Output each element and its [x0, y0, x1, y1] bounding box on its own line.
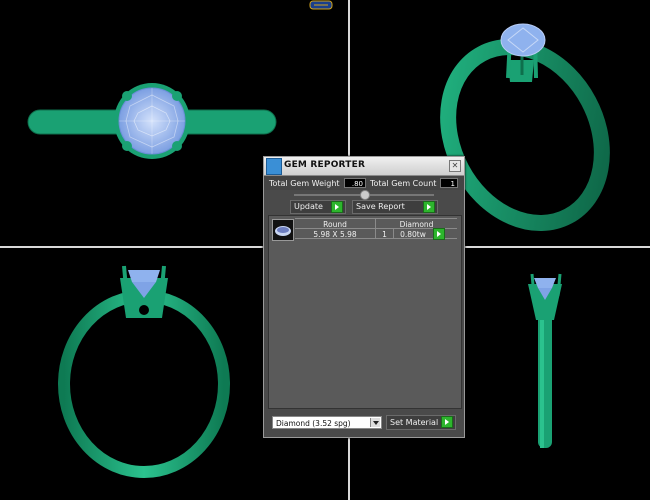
gem-weight-cell: 0.80tw: [400, 230, 426, 239]
material-row: Diamond (3.52 spg) Set Material: [268, 415, 460, 431]
gem-row-select-button[interactable]: [433, 228, 445, 240]
material-select-value: Diamond (3.52 spg): [276, 419, 351, 428]
update-button[interactable]: Update: [290, 200, 346, 214]
save-report-button-label: Save Report: [356, 202, 405, 211]
gem-reporter-title: GEM REPORTER: [284, 160, 366, 170]
close-icon[interactable]: ✕: [449, 160, 461, 172]
set-material-go-icon: [441, 416, 453, 428]
totals-row: Total Gem Weight .80 Total Gem Count 1: [264, 176, 464, 190]
gem-size-cell: 5.98 X 5.98: [313, 230, 357, 239]
save-report-button[interactable]: Save Report: [352, 200, 438, 214]
gem-reporter-title-bar[interactable]: GEM REPORTER ✕: [264, 157, 464, 176]
total-gem-weight-value: .80: [344, 178, 366, 188]
update-button-label: Update: [294, 202, 323, 211]
gem-thumbnail-icon: [272, 219, 294, 241]
set-material-button-label: Set Material: [390, 418, 439, 427]
panel-splitter-handle[interactable]: [360, 190, 370, 200]
update-go-icon: [331, 201, 343, 213]
gem-reporter-panel: GEM REPORTER ✕ Total Gem Weight .80 Tota…: [263, 156, 465, 438]
gem-reporter-app-icon: [266, 158, 282, 175]
set-material-button[interactable]: Set Material: [386, 415, 456, 430]
total-gem-count-label: Total Gem Count: [370, 179, 437, 188]
viewport-center-badge-icon[interactable]: [309, 0, 333, 10]
chevron-down-icon[interactable]: [370, 418, 380, 427]
gem-list[interactable]: Round Diamond 5.98 X 5.98 1 0.80tw: [268, 215, 462, 409]
save-report-go-icon: [423, 201, 435, 213]
gem-count-cell: 1: [382, 230, 387, 239]
gem-row-top-rule: [295, 218, 457, 219]
gem-shape-cell: Round: [323, 220, 347, 229]
gem-row[interactable]: Round Diamond 5.98 X 5.98 1 0.80tw: [269, 216, 461, 242]
material-select[interactable]: Diamond (3.52 spg): [272, 416, 382, 429]
total-gem-count-value: 1: [440, 178, 458, 188]
total-gem-weight-label: Total Gem Weight: [269, 179, 340, 188]
